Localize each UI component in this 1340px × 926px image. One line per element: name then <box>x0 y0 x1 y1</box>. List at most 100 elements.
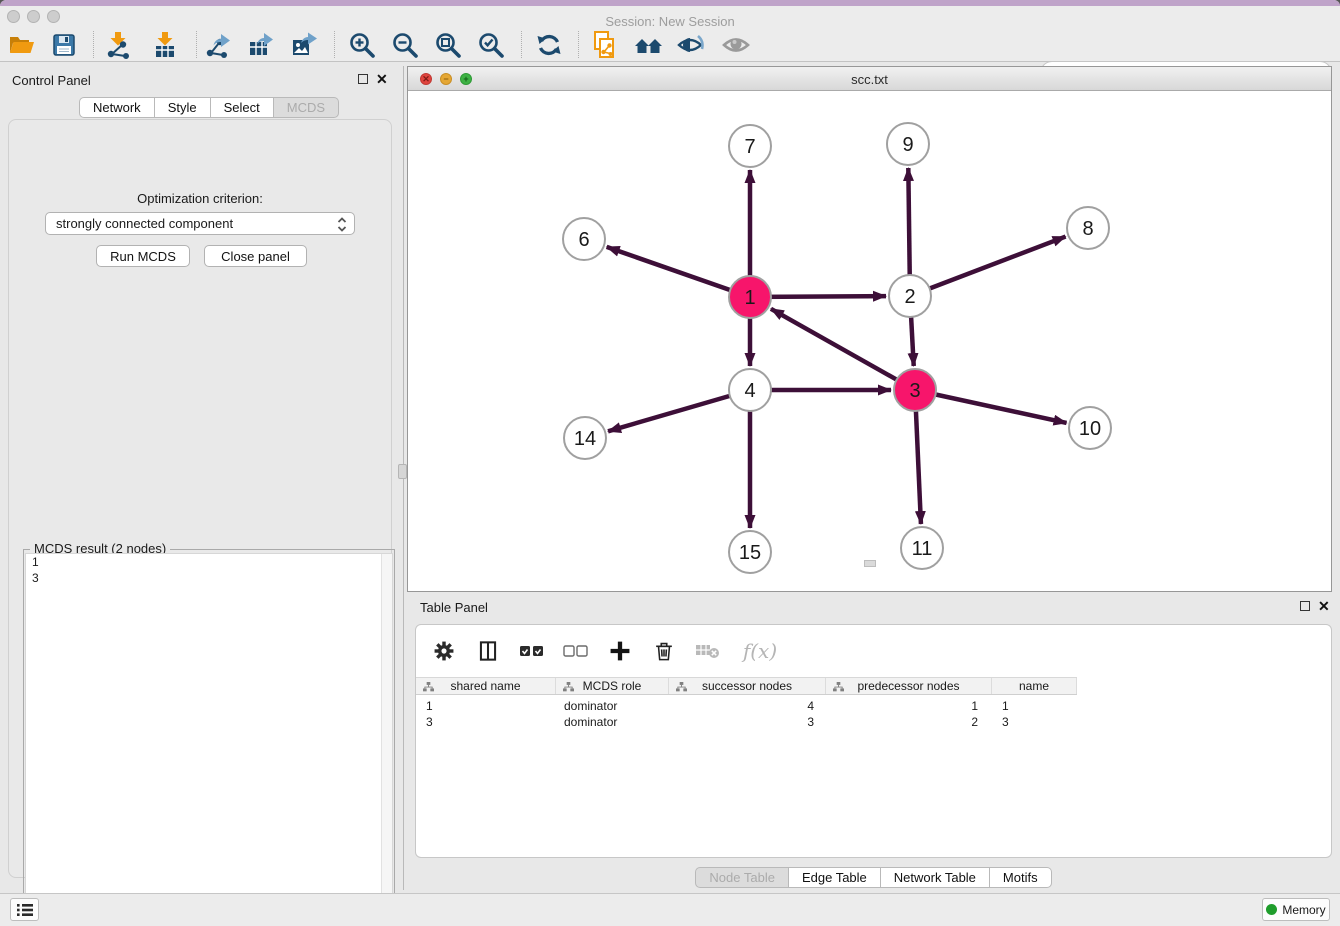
node-label-7: 7 <box>744 136 755 158</box>
edge-3-10[interactable] <box>915 390 1067 423</box>
home-icon[interactable] <box>632 30 666 60</box>
float-table-panel-icon[interactable] <box>1300 601 1310 611</box>
float-panel-icon[interactable] <box>358 74 368 84</box>
node-label-15: 15 <box>739 542 761 564</box>
tab-network-table[interactable]: Network Table <box>881 867 990 888</box>
table-row[interactable]: 3 dominator 3 2 3 <box>416 714 1077 730</box>
table-settings-icon[interactable] <box>430 637 458 665</box>
show-columns-icon[interactable] <box>474 637 502 665</box>
column-header-name[interactable]: name <box>992 678 1077 694</box>
result-scrollbar[interactable] <box>381 554 392 921</box>
node-label-1: 1 <box>744 287 755 309</box>
deselect-all-icon[interactable] <box>562 637 590 665</box>
network-title: scc.txt <box>408 72 1331 87</box>
table-row[interactable]: 1 dominator 4 1 1 <box>416 698 1077 714</box>
node-label-9: 9 <box>902 134 913 156</box>
table-panel: Table Panel ✕ <box>407 595 1340 890</box>
destroy-table-icon[interactable] <box>694 637 722 665</box>
toolbar-separator <box>196 31 197 58</box>
zoom-selected-icon[interactable] <box>474 30 508 60</box>
toolbar-separator <box>93 31 94 58</box>
status-bar: Memory <box>0 893 1340 926</box>
show-all-icon[interactable] <box>720 30 754 60</box>
export-table-icon[interactable] <box>244 30 278 60</box>
network-canvas[interactable]: 7968124314101511 <box>408 91 1331 591</box>
column-type-icon <box>833 682 844 693</box>
edge-1-6[interactable] <box>607 247 750 297</box>
import-network-icon[interactable] <box>101 30 135 60</box>
control-panel-title: Control Panel <box>12 73 91 88</box>
column-type-icon <box>423 682 434 693</box>
mcds-result-group: MCDS result (2 nodes) 1 3 <box>23 549 395 924</box>
column-header-mcds-role[interactable]: MCDS role <box>556 678 669 694</box>
table-panel-title: Table Panel <box>420 600 488 615</box>
node-label-8: 8 <box>1082 218 1093 240</box>
edge-2-8[interactable] <box>910 237 1066 296</box>
result-line: 3 <box>26 570 392 586</box>
open-session-icon[interactable] <box>5 30 39 60</box>
export-network-icon[interactable] <box>201 30 235 60</box>
criterion-value: strongly connected component <box>56 216 233 231</box>
function-builder-icon[interactable]: f(x) <box>738 637 782 665</box>
table-toolbar: f(x) <box>416 625 1331 677</box>
table-tabs: Node Table Edge Table Network Table Moti… <box>407 867 1340 888</box>
run-mcds-button[interactable]: Run MCDS <box>96 245 190 267</box>
save-session-icon[interactable] <box>47 30 81 60</box>
column-type-icon <box>563 682 574 693</box>
tab-mcds[interactable]: MCDS <box>274 97 339 118</box>
edge-4-14[interactable] <box>608 390 750 431</box>
delete-row-icon[interactable] <box>650 637 678 665</box>
optimization-criterion-label: Optimization criterion: <box>9 191 391 206</box>
network-window-titlebar[interactable]: ✕ − + scc.txt <box>408 67 1331 91</box>
memory-label: Memory <box>1282 903 1325 917</box>
export-image-icon[interactable] <box>287 30 321 60</box>
application-window: Session: New Session <box>0 0 1340 926</box>
column-header-successor-nodes[interactable]: successor nodes <box>669 678 826 694</box>
node-label-11: 11 <box>912 538 933 560</box>
node-table-container: f(x) shared name MCDS role successor nod… <box>415 624 1332 858</box>
memory-button[interactable]: Memory <box>1262 898 1330 921</box>
criterion-dropdown[interactable]: strongly connected component <box>45 212 355 235</box>
dropdown-stepper-icon <box>336 216 348 233</box>
edge-3-1[interactable] <box>771 309 915 390</box>
node-label-6: 6 <box>578 229 589 251</box>
main-titlebar[interactable]: Session: New Session <box>0 6 1340 28</box>
node-label-14: 14 <box>574 428 596 450</box>
network-view-window: ✕ − + scc.txt 7968124314101511 <box>407 66 1332 592</box>
toolbar-separator <box>578 31 579 58</box>
toolbar-separator <box>521 31 522 58</box>
result-line: 1 <box>26 554 392 570</box>
import-table-icon[interactable] <box>148 30 182 60</box>
mcds-panel-body: Optimization criterion: strongly connect… <box>8 119 392 878</box>
canvas-resize-handle[interactable] <box>864 560 876 567</box>
column-type-icon <box>676 682 687 693</box>
close-panel-button[interactable]: Close panel <box>204 245 307 267</box>
tab-network[interactable]: Network <box>79 97 155 118</box>
tab-select[interactable]: Select <box>211 97 274 118</box>
close-panel-icon[interactable]: ✕ <box>376 74 388 84</box>
zoom-out-icon[interactable] <box>388 30 422 60</box>
hide-selected-icon[interactable] <box>675 30 709 60</box>
task-history-button[interactable] <box>10 898 39 921</box>
close-table-panel-icon[interactable]: ✕ <box>1318 601 1330 611</box>
splitter-handle[interactable] <box>398 464 407 479</box>
copy-network-icon[interactable] <box>588 30 622 60</box>
node-label-3: 3 <box>909 380 920 402</box>
column-header-predecessor-nodes[interactable]: predecessor nodes <box>826 678 992 694</box>
node-label-10: 10 <box>1079 418 1101 440</box>
mcds-result-textarea[interactable]: 1 3 <box>25 553 393 922</box>
node-label-4: 4 <box>744 380 755 402</box>
column-header-shared-name[interactable]: shared name <box>416 678 556 694</box>
tab-style[interactable]: Style <box>155 97 211 118</box>
session-title: Session: New Session <box>0 14 1340 29</box>
tab-motifs[interactable]: Motifs <box>990 867 1052 888</box>
refresh-icon[interactable] <box>532 30 566 60</box>
memory-status-icon <box>1266 904 1277 915</box>
task-list-icon <box>17 903 33 917</box>
zoom-fit-icon[interactable] <box>431 30 465 60</box>
add-row-icon[interactable] <box>606 637 634 665</box>
tab-edge-table[interactable]: Edge Table <box>789 867 881 888</box>
select-all-icon[interactable] <box>518 637 546 665</box>
zoom-in-icon[interactable] <box>345 30 379 60</box>
tab-node-table[interactable]: Node Table <box>695 867 789 888</box>
